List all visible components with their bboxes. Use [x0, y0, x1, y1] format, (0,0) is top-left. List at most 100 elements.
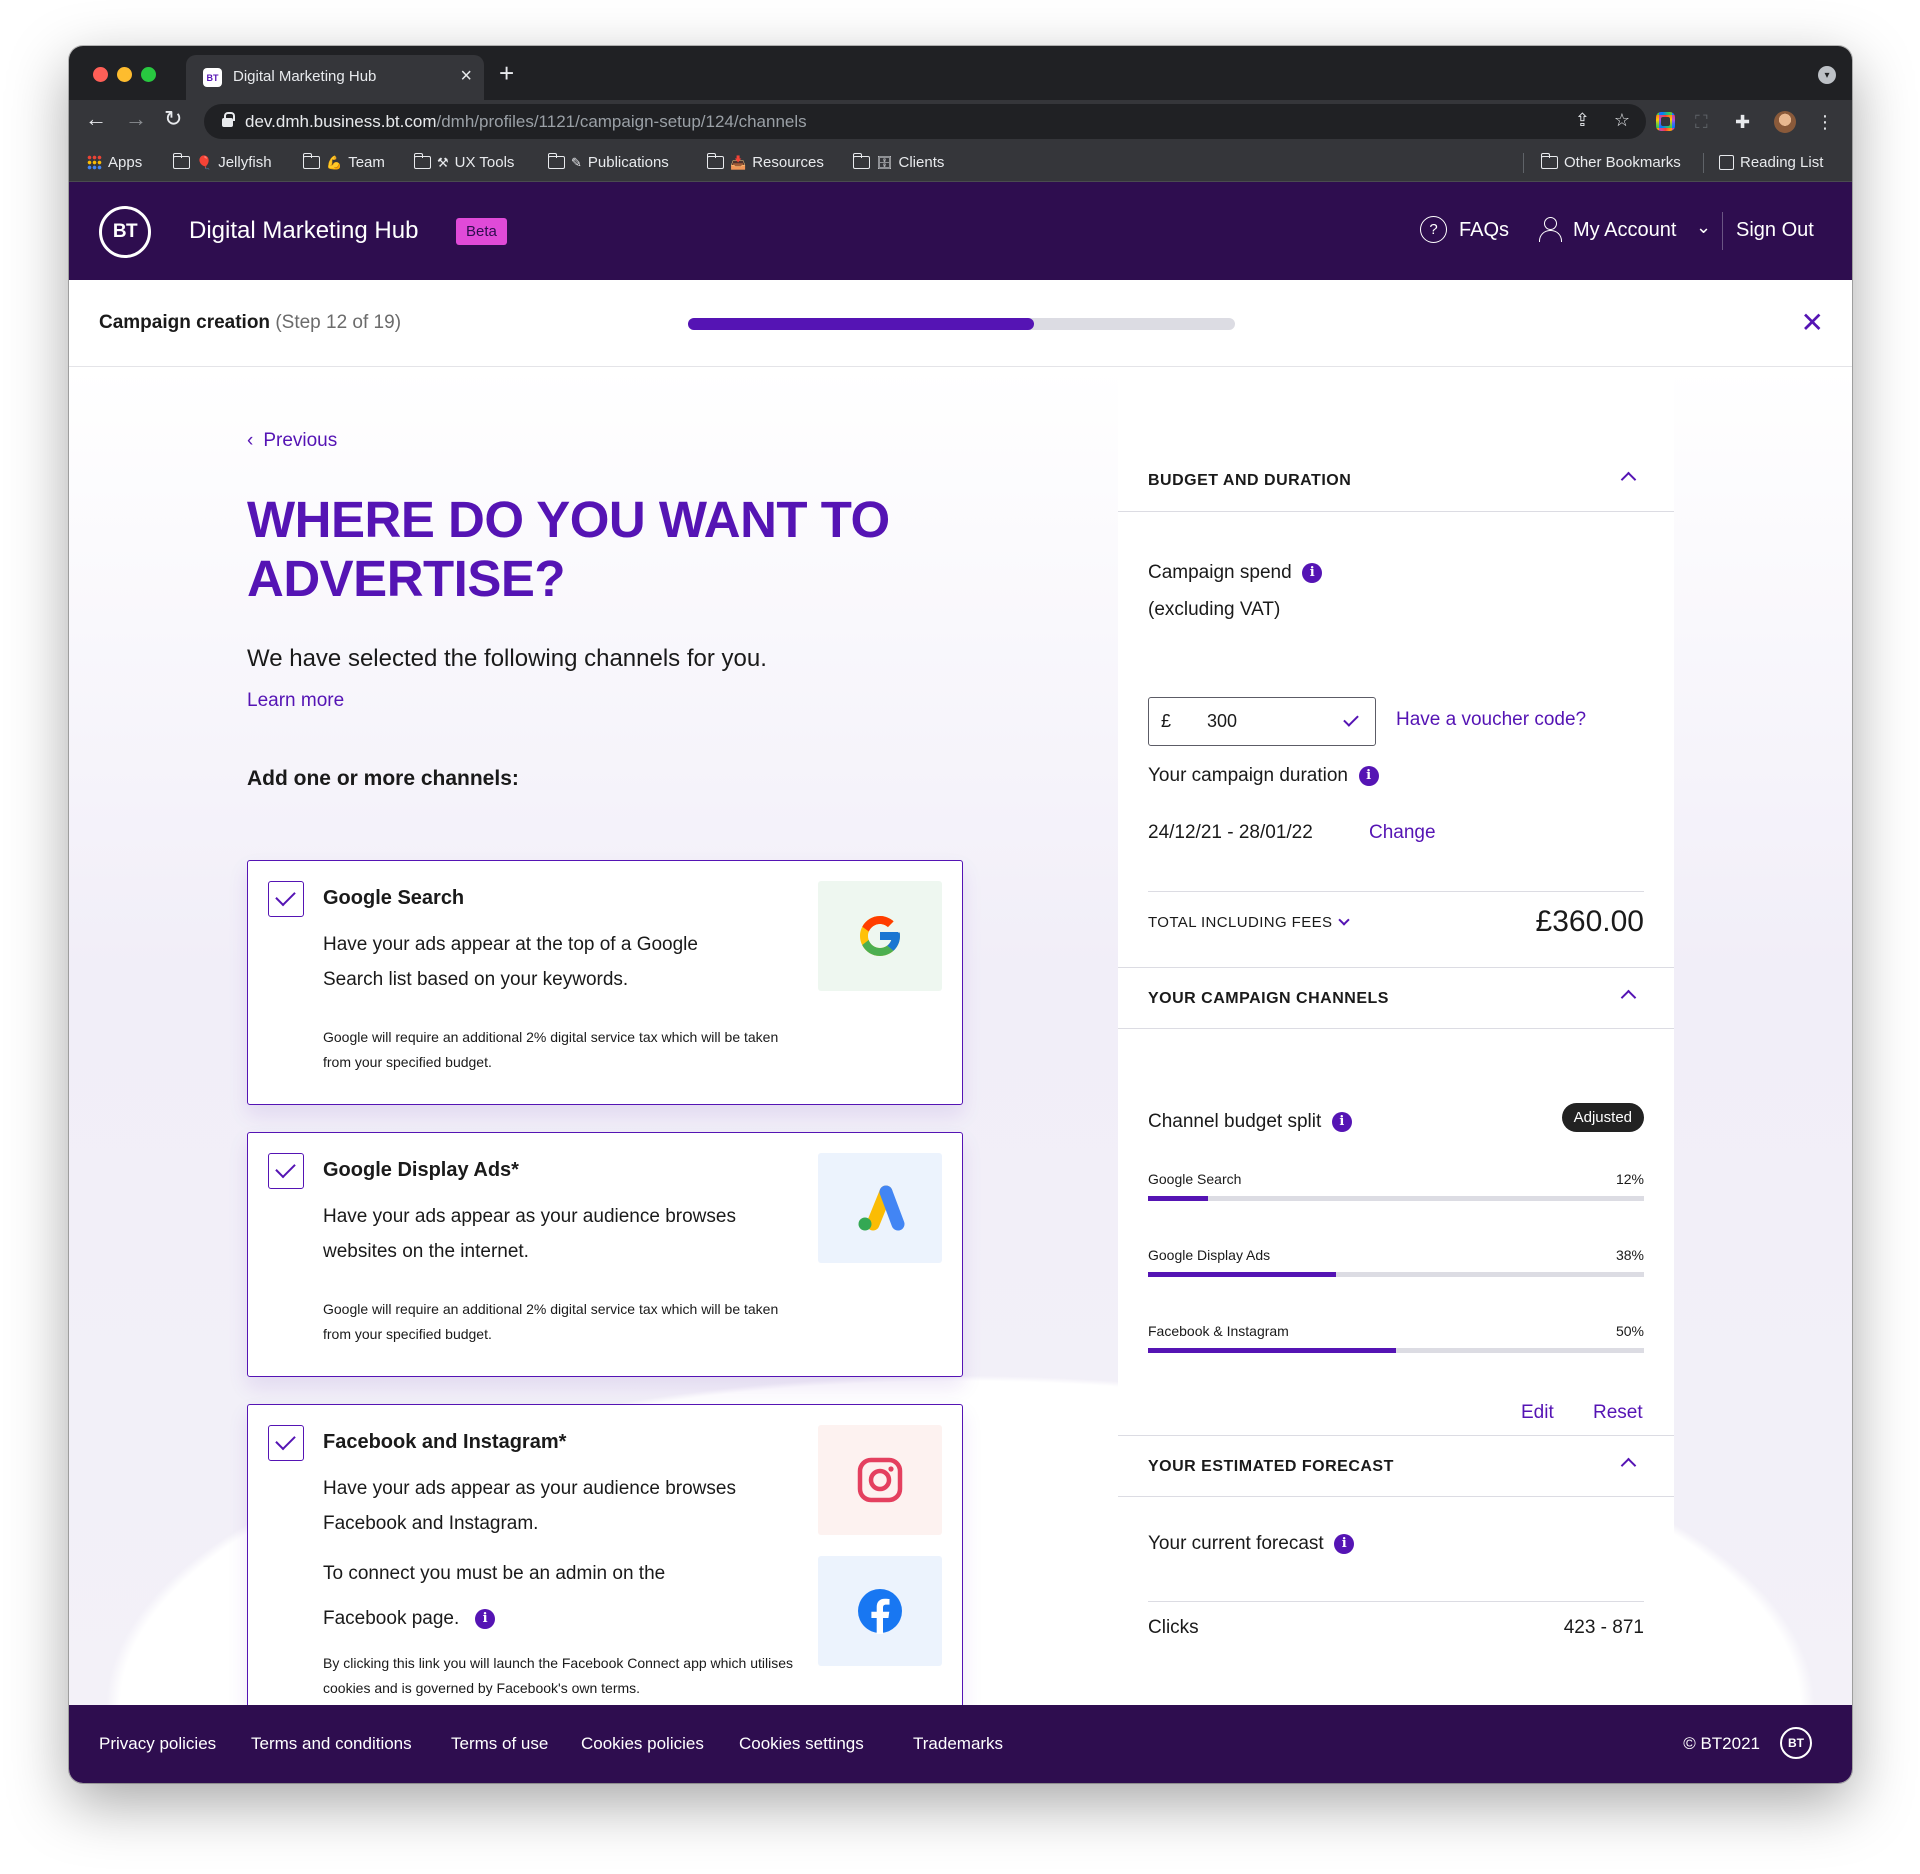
reload-icon[interactable]: ↻	[164, 106, 182, 132]
info-icon[interactable]: i	[1334, 1533, 1355, 1554]
footer-link-privacy[interactable]: Privacy policies	[99, 1734, 216, 1754]
profile-avatar[interactable]	[1774, 111, 1796, 133]
url-text[interactable]: dev.dmh.business.bt.com/dmh/profiles/112…	[245, 112, 807, 132]
channels-section-header[interactable]: YOUR CAMPAIGN CHANNELS	[1118, 967, 1674, 1029]
bookmark-resources[interactable]: 📥 Resources	[706, 153, 824, 171]
chevron-up-icon[interactable]	[1620, 989, 1637, 1006]
intro-text: We have selected the following channels …	[247, 645, 767, 672]
current-forecast-label: Your current forecast i	[1148, 1525, 1355, 1562]
color-extension-icon[interactable]	[1656, 112, 1675, 131]
bookmark-ux-tools[interactable]: ⚒ UX Tools	[413, 153, 514, 171]
footer-link-terms-conditions[interactable]: Terms and conditions	[251, 1734, 412, 1754]
campaign-duration-value: 24/12/21 - 28/01/22	[1148, 822, 1313, 843]
question-circle-icon[interactable]: ?	[1420, 216, 1447, 243]
split-bar-fill	[1148, 1348, 1396, 1353]
site-footer: Privacy policies Terms and conditions Te…	[69, 1705, 1852, 1783]
split-bar-fill	[1148, 1272, 1337, 1277]
learn-more-link[interactable]: Learn more	[247, 690, 344, 712]
pen-icon: ✎	[571, 154, 582, 170]
campaign-summary-panel: BUDGET AND DURATION Campaign spend i (exc…	[1118, 367, 1674, 1705]
bookmark-clients[interactable]: 🗄 Clients	[852, 153, 944, 171]
share-icon[interactable]: ⇪	[1575, 110, 1590, 131]
faqs-link[interactable]: FAQs	[1459, 219, 1509, 242]
forward-arrow-icon[interactable]: →	[125, 106, 147, 132]
zoom-window-button[interactable]	[141, 67, 156, 82]
extensions-puzzle-icon[interactable]: ✚	[1735, 112, 1750, 133]
folder-icon	[852, 153, 870, 169]
chevron-down-icon[interactable]: ⌄	[1696, 217, 1711, 238]
footer-link-terms-of-use[interactable]: Terms of use	[451, 1734, 548, 1754]
screenshot-extension-icon[interactable]: ⛶	[1695, 112, 1708, 133]
main-content: ‹ Previous WHERE DO YOU WANT TO ADVERTISE…	[69, 367, 1852, 1705]
campaign-spend-label: Campaign spend i (excluding VAT)	[1148, 554, 1323, 628]
split-row-google-display: Google Display Ads 38%	[1148, 1247, 1644, 1287]
total-fees-toggle[interactable]: TOTAL INCLUDING FEES	[1148, 914, 1351, 931]
info-icon[interactable]: i	[475, 1608, 496, 1629]
voucher-code-link[interactable]: Have a voucher code?	[1396, 709, 1586, 731]
site-title[interactable]: Digital Marketing Hub	[189, 217, 418, 245]
add-channels-label: Add one or more channels:	[247, 767, 519, 790]
channel-card-google-search[interactable]: Google Search Have your ads appear at th…	[247, 860, 963, 1105]
sign-out-link[interactable]: Sign Out	[1736, 219, 1814, 242]
split-name: Facebook & Instagram	[1148, 1323, 1289, 1339]
bookmark-star-icon[interactable]: ☆	[1614, 110, 1630, 131]
reading-list-button[interactable]: Reading List	[1719, 154, 1823, 171]
info-icon[interactable]: i	[1331, 1111, 1352, 1132]
user-icon[interactable]	[1537, 215, 1563, 243]
my-account-link[interactable]: My Account	[1573, 219, 1676, 242]
tab-search-icon[interactable]: ▾	[1818, 66, 1836, 84]
bookmark-publications[interactable]: ✎ Publications	[547, 153, 669, 171]
minimize-window-button[interactable]	[117, 67, 132, 82]
bookmark-team[interactable]: 💪 Team	[302, 153, 385, 171]
channel-description: Have your ads appear at the top of a Goo…	[323, 934, 698, 990]
split-bar	[1148, 1196, 1644, 1201]
reset-split-link[interactable]: Reset	[1593, 1402, 1643, 1424]
bookmarks-separator	[1523, 153, 1524, 173]
footer-link-trademarks[interactable]: Trademarks	[913, 1734, 1003, 1754]
divider	[1148, 891, 1644, 892]
footer-link-cookies-settings[interactable]: Cookies settings	[739, 1734, 864, 1754]
info-icon[interactable]: i	[1358, 765, 1379, 786]
bt-logo[interactable]: BT	[99, 206, 151, 258]
browser-tab[interactable]: BT Digital Marketing Hub ×	[186, 55, 484, 100]
bookmark-apps[interactable]: Apps	[87, 154, 142, 171]
tab-title: Digital Marketing Hub	[233, 68, 377, 85]
browser-window: BT Digital Marketing Hub × + ▾ ← → ↻ dev…	[69, 46, 1852, 1783]
channel-title: Facebook and Instagram*	[323, 1431, 567, 1453]
facebook-instagram-checkbox[interactable]	[268, 1425, 304, 1461]
google-ads-icon	[858, 1185, 905, 1231]
bookmarks-separator	[1703, 153, 1704, 173]
chevron-up-icon[interactable]	[1620, 1457, 1637, 1474]
footer-link-cookies-policies[interactable]: Cookies policies	[581, 1734, 704, 1754]
address-bar[interactable]: dev.dmh.business.bt.com/dmh/profiles/112…	[204, 104, 1646, 139]
adjusted-badge: Adjusted	[1561, 1103, 1644, 1132]
channel-note: By clicking this link you will launch th…	[323, 1655, 794, 1696]
close-icon[interactable]: ✕	[1801, 306, 1824, 339]
bookmark-jellyfish[interactable]: 🎈 Jellyfish	[172, 153, 272, 171]
section-title: YOUR CAMPAIGN CHANNELS	[1148, 990, 1389, 1007]
spend-value[interactable]: 300	[1207, 711, 1237, 732]
lock-icon[interactable]	[222, 112, 235, 127]
google-display-checkbox[interactable]	[268, 1153, 304, 1189]
close-window-button[interactable]	[93, 67, 108, 82]
folder-icon	[172, 153, 190, 169]
edit-split-link[interactable]: Edit	[1521, 1402, 1554, 1424]
channel-card-facebook-instagram[interactable]: Facebook and Instagram* Have your ads ap…	[247, 1404, 963, 1705]
info-icon[interactable]: i	[1302, 562, 1323, 583]
budget-section-header[interactable]: BUDGET AND DURATION	[1118, 450, 1674, 512]
channel-card-google-display[interactable]: Google Display Ads* Have your ads appear…	[247, 1132, 963, 1377]
back-arrow-icon[interactable]: ←	[85, 106, 107, 132]
tab-close-icon[interactable]: ×	[460, 65, 472, 88]
instagram-icon	[857, 1457, 903, 1503]
previous-link[interactable]: ‹ Previous	[247, 430, 337, 452]
chevron-up-icon[interactable]	[1620, 471, 1637, 488]
bookmark-other[interactable]: Other Bookmarks	[1540, 153, 1681, 171]
new-tab-button[interactable]: +	[499, 58, 514, 89]
forecast-section-header[interactable]: YOUR ESTIMATED FORECAST	[1118, 1435, 1674, 1497]
browser-menu-icon[interactable]: ⋮	[1816, 112, 1834, 133]
apps-grid-icon	[87, 155, 102, 170]
campaign-duration-label: Your campaign duration i	[1148, 757, 1379, 794]
campaign-spend-input[interactable]: £ 300	[1148, 697, 1376, 746]
change-duration-link[interactable]: Change	[1369, 822, 1436, 844]
google-search-checkbox[interactable]	[268, 881, 304, 917]
